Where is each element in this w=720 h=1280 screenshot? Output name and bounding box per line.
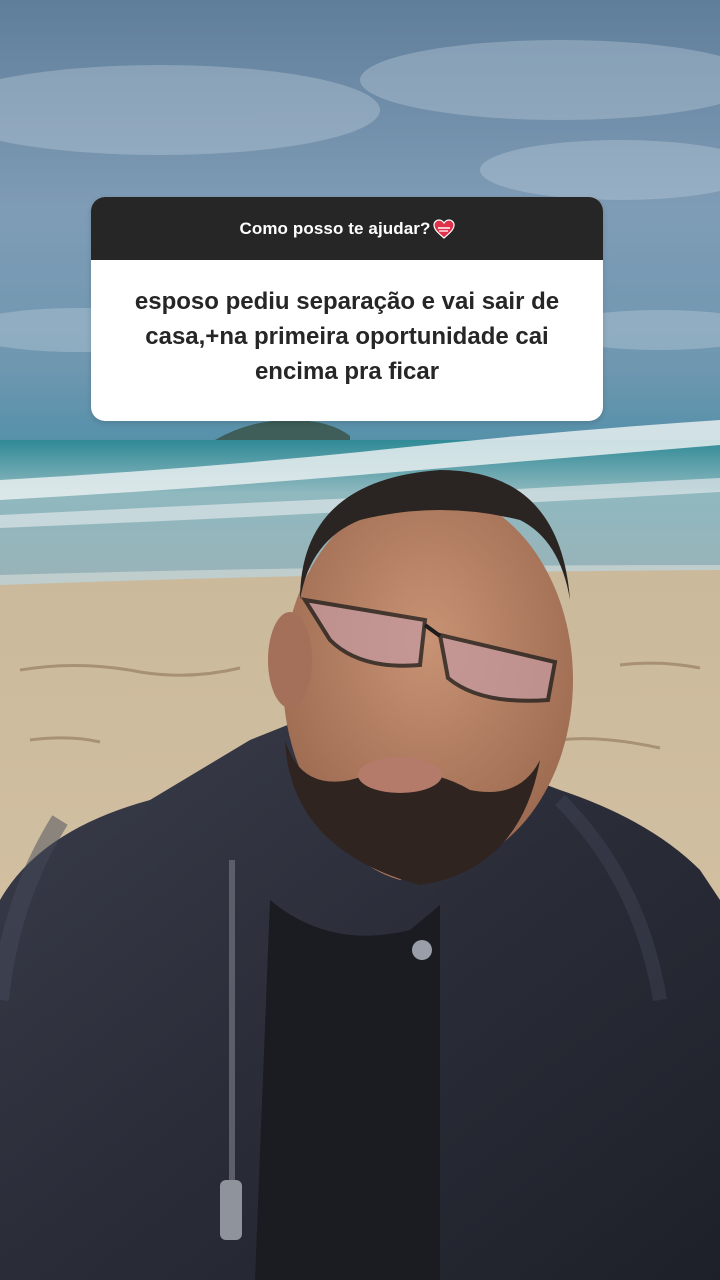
story-background-photo bbox=[0, 0, 720, 1280]
mending-heart-icon bbox=[432, 218, 455, 239]
question-prompt: Como posso te ajudar? bbox=[239, 218, 431, 238]
jacket-snap-button bbox=[412, 940, 432, 960]
beach-selfie-illustration bbox=[0, 0, 720, 1280]
mouth bbox=[358, 757, 442, 793]
question-answer-text: esposo pediu separação e vai sair de cas… bbox=[134, 288, 560, 385]
question-sticker-header: Como posso te ajudar? bbox=[91, 197, 603, 260]
shirt bbox=[255, 900, 440, 1280]
question-answer-area: esposo pediu separação e vai sair de cas… bbox=[91, 260, 603, 421]
ear bbox=[268, 612, 312, 708]
question-sticker[interactable]: Como posso te ajudar? esposo pediu separ… bbox=[91, 197, 603, 421]
